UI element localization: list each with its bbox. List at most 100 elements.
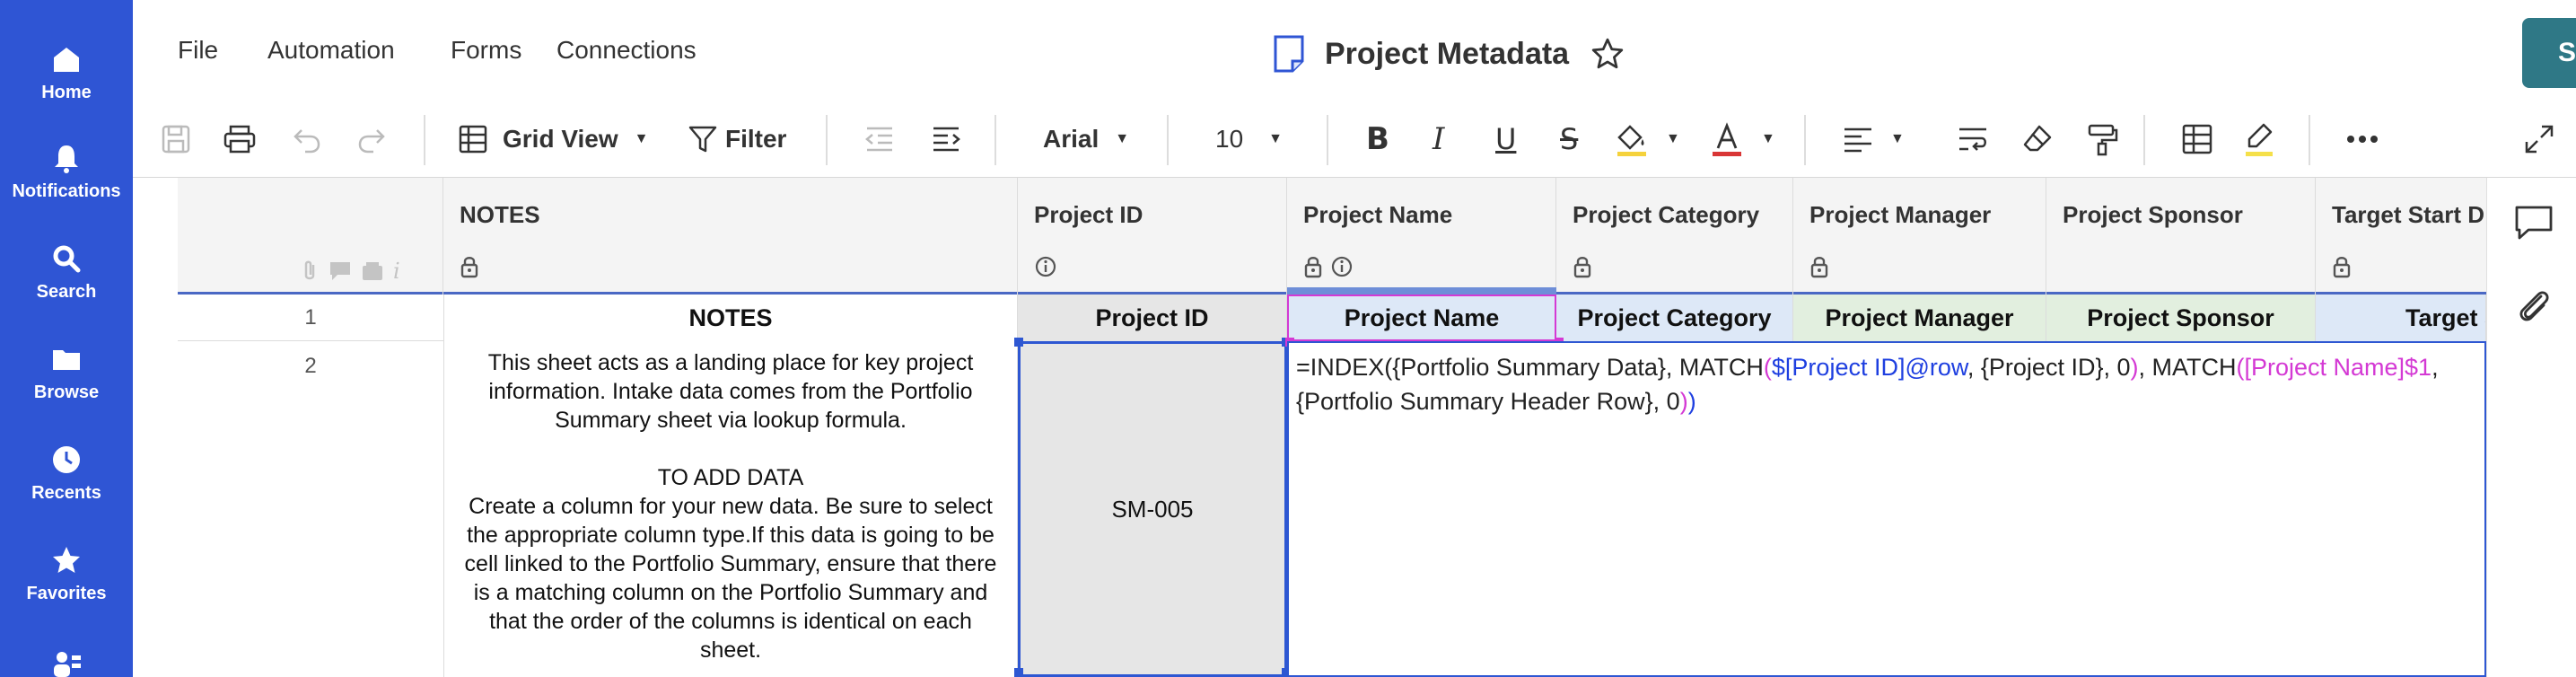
toolbar-divider xyxy=(1167,115,1169,165)
save-icon[interactable] xyxy=(160,120,192,158)
highlight-icon[interactable] xyxy=(2242,120,2276,158)
nav-recents[interactable]: Recents xyxy=(0,444,133,504)
share-button[interactable]: Share ▼ xyxy=(2522,18,2576,88)
clock-icon xyxy=(53,446,80,473)
table-row: 2 This sheet acts as a landing place for… xyxy=(178,338,2486,677)
nav-favorites-label: Favorites xyxy=(26,584,107,603)
cell[interactable]: Project Category xyxy=(1556,295,1793,341)
right-rail xyxy=(2486,178,2576,677)
cell[interactable]: NOTES xyxy=(443,295,1018,341)
menu-file[interactable]: File xyxy=(178,36,218,65)
nav-notifications[interactable]: Notifications xyxy=(0,142,133,202)
formula-editor[interactable]: =INDEX({Portfolio Summary Data}, MATCH($… xyxy=(1287,341,2486,677)
column-header-project-id[interactable]: Project ID xyxy=(1018,178,1287,295)
cell[interactable]: Project Sponsor xyxy=(2046,295,2316,341)
nav-people[interactable] xyxy=(0,648,133,677)
menu-automation[interactable]: Automation xyxy=(267,36,395,65)
cell[interactable]: Project Manager xyxy=(1793,295,2046,341)
search-icon xyxy=(53,245,81,273)
cell[interactable]: Project ID xyxy=(1018,295,1287,341)
selection-handle[interactable] xyxy=(1014,668,1023,677)
cell[interactable]: Project Name xyxy=(1287,295,1556,341)
column-header-notes[interactable]: NOTES xyxy=(443,178,1018,295)
info-icon xyxy=(1035,256,1056,277)
cell[interactable]: Target St xyxy=(2316,295,2486,341)
info-italic-icon: i xyxy=(393,259,400,284)
attachments-icon[interactable] xyxy=(2514,287,2554,327)
favorite-star-icon[interactable] xyxy=(1590,37,1625,71)
share-label: Share xyxy=(2558,38,2576,67)
grid-view-dropdown[interactable]: Grid View ▼ xyxy=(458,120,648,158)
align-dropdown[interactable]: ▼ xyxy=(1842,120,1905,158)
toolbar-divider xyxy=(1327,115,1328,165)
bold-icon[interactable]: B xyxy=(1366,120,1389,158)
font-family-caret-icon: ▼ xyxy=(1115,131,1130,146)
fill-color-caret-icon: ▼ xyxy=(1666,131,1680,146)
row-number[interactable]: 2 xyxy=(178,354,443,379)
home-icon xyxy=(54,48,79,72)
notes-cell[interactable]: This sheet acts as a landing place for k… xyxy=(443,341,1018,677)
toolbar-divider xyxy=(2143,115,2145,165)
lock-icon xyxy=(2333,257,2351,278)
nav-favorites[interactable]: Favorites xyxy=(0,544,133,604)
top-bar: File Automation Forms Connections Projec… xyxy=(133,0,2576,101)
cell-format-icon[interactable] xyxy=(2181,120,2213,158)
filter-button[interactable]: Filter xyxy=(688,120,786,158)
underline-icon[interactable]: U xyxy=(1495,120,1516,158)
font-size-dropdown[interactable]: 10 ▼ xyxy=(1215,120,1283,158)
wrap-text-icon[interactable] xyxy=(1957,120,1991,158)
column-header-target-start[interactable]: Target Start D xyxy=(2316,178,2486,295)
column-header-row: i NOTES Project ID Project Name Project … xyxy=(178,178,2486,295)
selection-handle[interactable] xyxy=(1014,338,1023,347)
nav-recents-label: Recents xyxy=(31,483,101,503)
bell-icon xyxy=(55,145,78,173)
filter-label: Filter xyxy=(725,125,787,153)
nav-browse-label: Browse xyxy=(33,382,100,402)
grid-view-caret-icon: ▼ xyxy=(634,131,649,146)
fill-color-dropdown[interactable]: ▼ xyxy=(1614,120,1680,158)
align-left-icon xyxy=(1844,127,1871,153)
font-size-caret-icon: ▼ xyxy=(1268,131,1283,146)
column-header-project-name[interactable]: Project Name xyxy=(1287,178,1556,295)
nav-search[interactable]: Search xyxy=(0,242,133,303)
column-header-label: Project Category xyxy=(1573,201,1760,228)
sheet-icon xyxy=(1274,35,1304,73)
formula-paren: ( xyxy=(1763,354,1772,381)
format-painter-icon[interactable] xyxy=(2086,120,2118,158)
text-color-dropdown[interactable]: ▼ xyxy=(1709,120,1775,158)
font-family-dropdown[interactable]: Arial ▼ xyxy=(1043,120,1129,158)
toolbar-divider xyxy=(424,115,425,165)
clear-format-icon[interactable] xyxy=(2021,120,2054,158)
toolbar-divider xyxy=(994,115,996,165)
nav-home[interactable]: Home xyxy=(0,43,133,103)
redo-icon[interactable] xyxy=(355,120,388,158)
nav-browse[interactable]: Browse xyxy=(0,343,133,403)
toolbar: Grid View ▼ Filter Arial ▼ 10 ▼ B I U S … xyxy=(133,101,2576,178)
formula-part: , {Project ID}, 0 xyxy=(1967,354,2131,381)
formula-part: =INDEX({Portfolio Summary Data}, MATCH xyxy=(1296,354,1764,381)
outdent-icon[interactable] xyxy=(863,120,896,158)
menu-connections[interactable]: Connections xyxy=(556,36,697,65)
selected-column-indicator xyxy=(1287,287,1556,295)
formula-ref-project-name: [Project Name]$1 xyxy=(2244,354,2432,381)
indent-icon[interactable] xyxy=(930,120,962,158)
sheet-title[interactable]: Project Metadata xyxy=(1325,37,1569,72)
column-header-project-category[interactable]: Project Category xyxy=(1556,178,1793,295)
print-icon[interactable] xyxy=(223,120,257,158)
italic-icon[interactable]: I xyxy=(1433,120,1444,158)
undo-icon[interactable] xyxy=(291,120,323,158)
strikethrough-icon[interactable]: S xyxy=(1560,120,1578,158)
column-header-project-manager[interactable]: Project Manager xyxy=(1793,178,2046,295)
conversations-icon[interactable] xyxy=(2514,205,2554,241)
more-options-icon[interactable] xyxy=(2346,120,2379,158)
toolbar-divider xyxy=(826,115,828,165)
row-number[interactable]: 1 xyxy=(178,305,443,330)
column-header-project-sponsor[interactable]: Project Sponsor xyxy=(2046,178,2316,295)
text-color-icon xyxy=(1713,122,1741,156)
sheet-title-area: Project Metadata xyxy=(1273,32,1625,75)
expand-icon[interactable] xyxy=(2524,120,2554,158)
menu-forms[interactable]: Forms xyxy=(451,36,521,65)
info-icon xyxy=(1331,256,1353,277)
left-nav: Home Notifications Search Browse Recents… xyxy=(0,0,133,677)
project-id-cell[interactable]: SM-005 xyxy=(1018,341,1287,677)
